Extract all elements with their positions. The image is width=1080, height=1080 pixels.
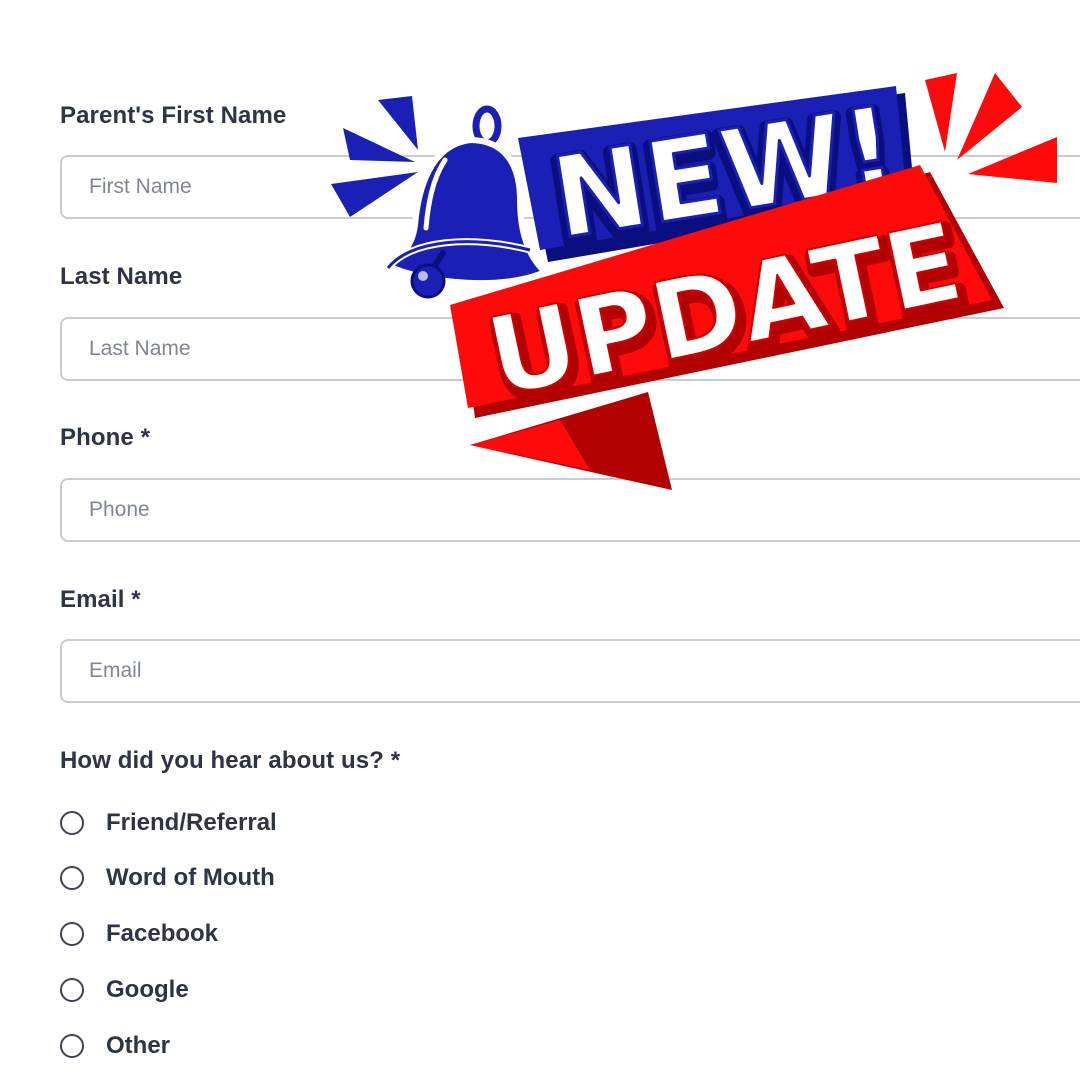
email-input[interactable] <box>60 639 1080 703</box>
radio-button[interactable] <box>60 866 84 890</box>
radio-button[interactable] <box>60 922 84 946</box>
radio-option-friend-referral[interactable]: Friend/Referral <box>60 808 277 838</box>
radio-option-label: Other <box>106 1032 171 1059</box>
radio-option-google[interactable]: Google <box>60 975 189 1005</box>
referral-question-label: How did you hear about us? * <box>60 747 401 774</box>
radio-button[interactable] <box>60 811 84 835</box>
radio-option-label: Word of Mouth <box>106 864 275 891</box>
email-label: Email * <box>60 586 141 613</box>
radio-option-label: Friend/Referral <box>106 809 277 836</box>
radio-option-facebook[interactable]: Facebook <box>60 919 218 949</box>
radio-button[interactable] <box>60 978 84 1002</box>
radio-option-label: Facebook <box>106 920 219 947</box>
phone-label: Phone * <box>60 424 151 451</box>
radio-option-other[interactable]: Other <box>60 1031 170 1061</box>
first-name-input[interactable] <box>60 155 1080 219</box>
signup-form: Parent's First Name Last Name Phone * Em… <box>0 0 1080 1080</box>
first-name-label: Parent's First Name <box>60 102 287 129</box>
phone-input[interactable] <box>60 478 1080 542</box>
radio-option-word-of-mouth[interactable]: Word of Mouth <box>60 863 275 893</box>
radio-button[interactable] <box>60 1034 84 1058</box>
radio-option-label: Google <box>106 976 189 1003</box>
last-name-label: Last Name <box>60 263 183 290</box>
last-name-input[interactable] <box>60 317 1080 381</box>
